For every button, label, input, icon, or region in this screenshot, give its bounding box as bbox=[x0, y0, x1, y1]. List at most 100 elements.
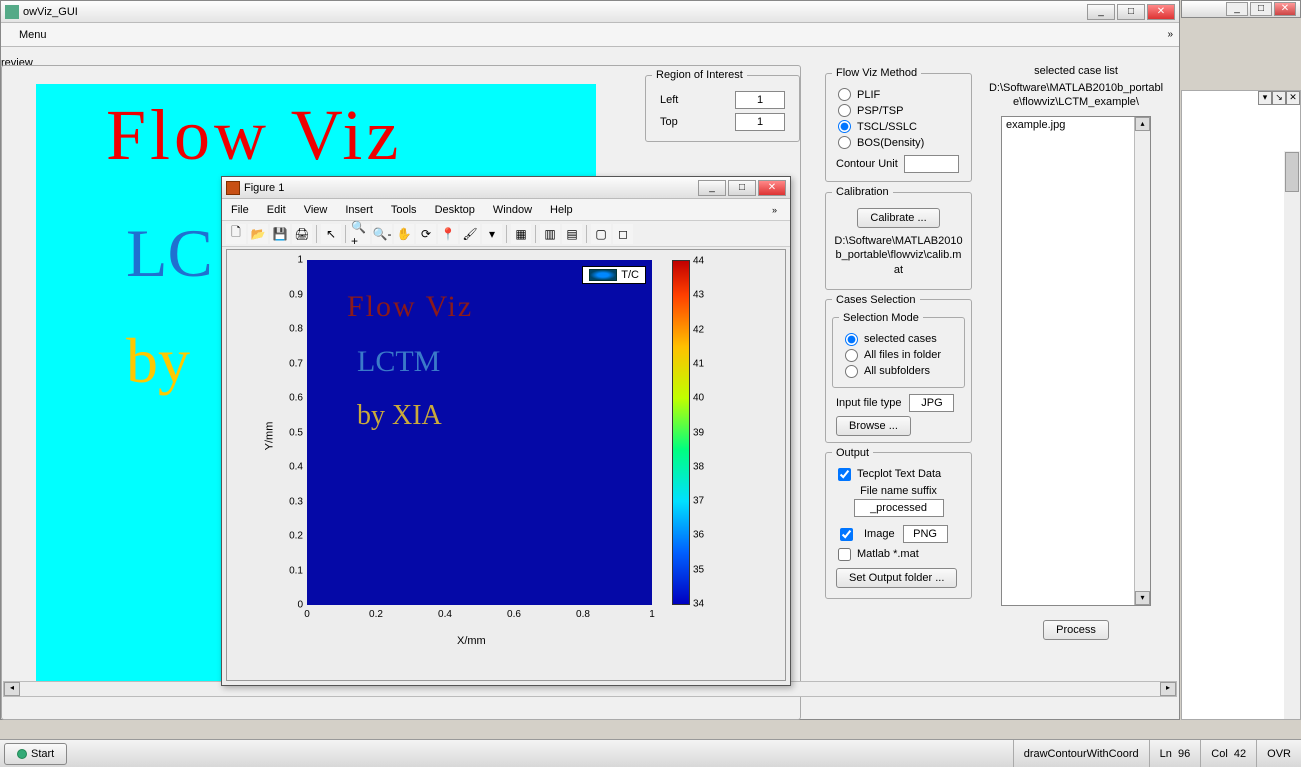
new-file-icon[interactable]: 🗋 bbox=[226, 224, 246, 244]
radio-psp-tsp[interactable]: PSP/TSP bbox=[838, 104, 959, 117]
pointer-icon[interactable]: ↖ bbox=[321, 224, 341, 244]
colorbar-tick: 38 bbox=[693, 461, 704, 472]
panel-arrow-icon[interactable]: ↘ bbox=[1272, 91, 1286, 105]
save-icon[interactable]: 💾 bbox=[270, 224, 290, 244]
checkbox-image[interactable] bbox=[840, 528, 853, 541]
colorbar-tick: 44 bbox=[693, 256, 704, 267]
list-item[interactable]: example.jpg bbox=[1002, 117, 1150, 133]
colorbar[interactable]: 3435363738394041424344 bbox=[672, 260, 690, 605]
legend-swatch-icon bbox=[589, 269, 617, 281]
brush-icon[interactable]: 🖌 bbox=[460, 224, 480, 244]
figure-titlebar[interactable]: Figure 1 _ □ ✕ bbox=[222, 177, 790, 199]
menu-desktop[interactable]: Desktop bbox=[426, 204, 484, 216]
scroll-left-icon[interactable]: ◂ bbox=[4, 682, 20, 696]
menu-tools[interactable]: Tools bbox=[382, 204, 426, 216]
radio-bos-density[interactable]: BOS(Density) bbox=[838, 136, 959, 149]
panel-icon[interactable]: ▾ bbox=[1258, 91, 1272, 105]
colorbar-icon[interactable]: ▦ bbox=[511, 224, 531, 244]
radio-selected-cases[interactable]: selected cases bbox=[845, 333, 952, 346]
checkbox-matlab-mat[interactable]: Matlab *.mat bbox=[838, 548, 959, 561]
y-tick: 0.8 bbox=[289, 324, 303, 335]
status-function: drawContourWithCoord bbox=[1013, 740, 1149, 767]
figure-toolbar: 🗋📂💾🖨 ↖ 🔍+🔍-✋⟳📍🖌▾ ▦ ▥▤ ▢◻ bbox=[222, 221, 790, 247]
background-editor-panel: ▾ ↘ ✕ bbox=[1181, 90, 1301, 720]
taskbar: Start drawContourWithCoord Ln 96 Col 42 … bbox=[0, 739, 1301, 767]
scroll-right-icon[interactable]: ▸ bbox=[1160, 682, 1176, 696]
start-orb-icon bbox=[17, 749, 27, 759]
minimize-button[interactable]: _ bbox=[1087, 4, 1115, 20]
input-filetype-label: Input file type bbox=[836, 397, 901, 409]
panel-close-icon[interactable]: ✕ bbox=[1286, 91, 1300, 105]
set-output-folder-button[interactable]: Set Output folder ... bbox=[836, 568, 957, 588]
menu-file[interactable]: File bbox=[222, 204, 258, 216]
legend-icon[interactable]: ▥ bbox=[540, 224, 560, 244]
image-format-input[interactable] bbox=[903, 525, 948, 543]
hide-icon[interactable]: ▢ bbox=[591, 224, 611, 244]
menu-edit[interactable]: Edit bbox=[258, 204, 295, 216]
dock-icon[interactable]: ◻ bbox=[613, 224, 633, 244]
close-button[interactable]: ✕ bbox=[1147, 4, 1175, 20]
pan-icon[interactable]: ✋ bbox=[394, 224, 414, 244]
main-titlebar[interactable]: owViz_GUI _ □ ✕ bbox=[1, 1, 1179, 23]
radio-all-subfolders[interactable]: All subfolders bbox=[845, 365, 952, 378]
cases-legend: Cases Selection bbox=[832, 294, 920, 306]
selected-case-panel: selected case list D:\Software\MATLAB201… bbox=[986, 65, 1166, 640]
zoom-in-icon[interactable]: 🔍+ bbox=[350, 224, 370, 244]
axes[interactable]: Flow Viz LCTM by XIA T/C 00.10.20.30.40.… bbox=[307, 260, 652, 605]
process-button[interactable]: Process bbox=[1043, 620, 1109, 640]
bg-vertical-scrollbar[interactable] bbox=[1284, 151, 1300, 719]
y-tick: 0.5 bbox=[289, 427, 303, 438]
radio-plif[interactable]: PLIF bbox=[838, 88, 959, 101]
main-menubar: Menu » bbox=[1, 23, 1179, 47]
menu-help[interactable]: Help bbox=[541, 204, 582, 216]
y-tick: 1 bbox=[297, 255, 303, 266]
start-button[interactable]: Start bbox=[4, 743, 67, 765]
input-filetype-field[interactable] bbox=[909, 394, 954, 412]
menu-insert[interactable]: Insert bbox=[336, 204, 382, 216]
subplot-icon[interactable]: ▤ bbox=[562, 224, 582, 244]
menu-window[interactable]: Window bbox=[484, 204, 541, 216]
y-tick: 0.9 bbox=[289, 289, 303, 300]
roi-top-label: Top bbox=[660, 116, 678, 128]
roi-fieldset: Region of Interest Left Top bbox=[645, 69, 800, 142]
scroll-down-icon[interactable]: ▾ bbox=[1135, 591, 1150, 605]
link-icon[interactable]: ▾ bbox=[482, 224, 502, 244]
bg-min-button[interactable]: _ bbox=[1226, 2, 1248, 16]
legend-label: T/C bbox=[621, 269, 639, 281]
fig-menu-chevron-icon[interactable]: » bbox=[763, 205, 786, 215]
fig-maximize-button[interactable]: □ bbox=[728, 180, 756, 196]
status-line: Ln 96 bbox=[1149, 740, 1201, 767]
rotate-icon[interactable]: ⟳ bbox=[416, 224, 436, 244]
suffix-input[interactable] bbox=[854, 499, 944, 517]
radio-all-files[interactable]: All files in folder bbox=[845, 349, 952, 362]
figure-window: Figure 1 _ □ ✕ File Edit View Insert Too… bbox=[221, 176, 791, 686]
maximize-button[interactable]: □ bbox=[1117, 4, 1145, 20]
listbox-scrollbar[interactable]: ▴ ▾ bbox=[1134, 117, 1150, 605]
print-icon[interactable]: 🖨 bbox=[292, 224, 312, 244]
roi-legend: Region of Interest bbox=[652, 69, 747, 81]
open-file-icon[interactable]: 📂 bbox=[248, 224, 268, 244]
radio-tscl-sslc[interactable]: TSCL/SSLC bbox=[838, 120, 959, 133]
selection-mode-fieldset: Selection Mode selected cases All files … bbox=[832, 312, 965, 388]
case-listbox[interactable]: example.jpg ▴ ▾ bbox=[1001, 116, 1151, 606]
app-icon bbox=[5, 5, 19, 19]
zoom-out-icon[interactable]: 🔍- bbox=[372, 224, 392, 244]
browse-button[interactable]: Browse ... bbox=[836, 416, 911, 436]
fig-minimize-button[interactable]: _ bbox=[698, 180, 726, 196]
menu-item-menu[interactable]: Menu bbox=[11, 29, 55, 41]
checkbox-tecplot[interactable]: Tecplot Text Data bbox=[838, 468, 959, 481]
suffix-label: File name suffix bbox=[832, 485, 965, 497]
bg-close-button[interactable]: ✕ bbox=[1274, 2, 1296, 16]
scroll-up-icon[interactable]: ▴ bbox=[1135, 117, 1150, 131]
menubar-chevron-icon[interactable]: » bbox=[1167, 29, 1173, 40]
calibrate-button[interactable]: Calibrate ... bbox=[857, 208, 939, 228]
data-cursor-icon[interactable]: 📍 bbox=[438, 224, 458, 244]
fig-close-button[interactable]: ✕ bbox=[758, 180, 786, 196]
menu-view[interactable]: View bbox=[295, 204, 337, 216]
matlab-figure-icon bbox=[226, 181, 240, 195]
contour-unit-input[interactable] bbox=[904, 155, 959, 173]
roi-left-input[interactable] bbox=[735, 91, 785, 109]
bg-max-button[interactable]: □ bbox=[1250, 2, 1272, 16]
roi-top-input[interactable] bbox=[735, 113, 785, 131]
legend-box[interactable]: T/C bbox=[582, 266, 646, 284]
